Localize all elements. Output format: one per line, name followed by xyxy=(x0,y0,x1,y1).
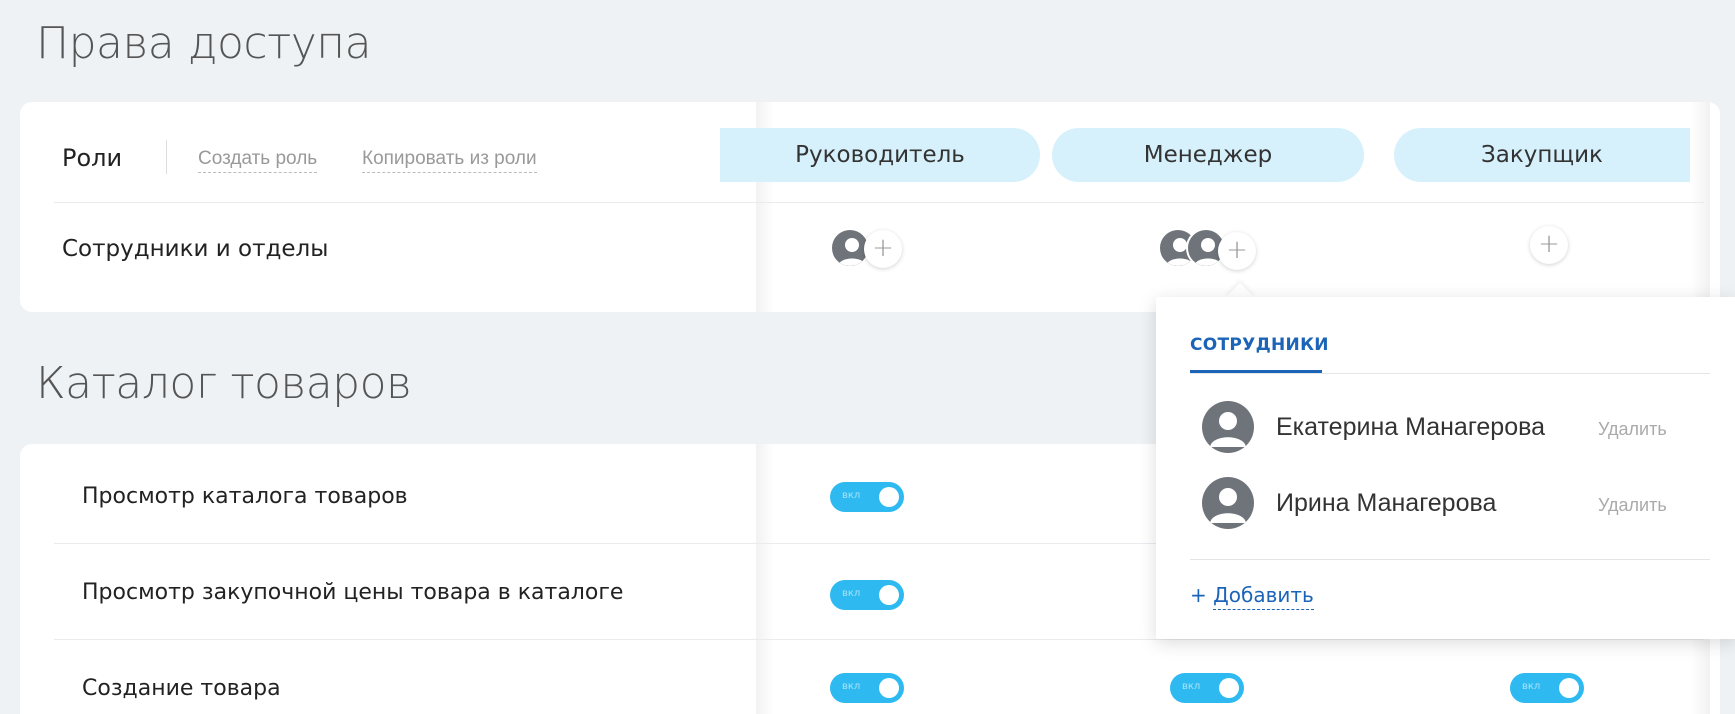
add-employee-button[interactable]: + xyxy=(1530,226,1568,264)
roles-card: Роли Создать роль Копировать из роли Рук… xyxy=(20,102,1720,312)
role-pill-manager[interactable]: Менеджер xyxy=(1052,128,1364,182)
employee-name: Екатерина Манагерова xyxy=(1276,413,1546,441)
employees-popover: СОТРУДНИКИ Екатерина Манагерова Удалить … xyxy=(1156,297,1735,639)
permission-label: Создание товара xyxy=(82,676,281,701)
section-title-access-rights: Права доступа xyxy=(36,18,372,69)
remove-employee-link[interactable]: Удалить xyxy=(1598,419,1667,440)
employees-row-label: Сотрудники и отделы xyxy=(62,236,329,262)
roles-separator xyxy=(166,140,167,174)
role-pill-buyer[interactable]: Закупщик xyxy=(1394,128,1690,182)
user-icon xyxy=(1210,488,1246,523)
create-role-link[interactable]: Создать роль xyxy=(198,148,318,173)
employee-name: Ирина Манагерова xyxy=(1276,489,1497,517)
add-employee-link[interactable]: + Добавить xyxy=(1190,583,1314,610)
roles-label: Роли xyxy=(62,144,123,172)
remove-employee-link[interactable]: Удалить xyxy=(1598,495,1667,516)
permission-toggle[interactable]: вкл xyxy=(1510,673,1584,703)
section-title-catalog: Каталог товаров xyxy=(36,358,412,409)
permission-toggle[interactable]: вкл xyxy=(830,482,904,512)
copy-from-role-link[interactable]: Копировать из роли xyxy=(362,148,537,173)
add-employee-button[interactable]: + xyxy=(864,230,902,268)
permission-label: Просмотр закупочной цены товара в катало… xyxy=(82,580,624,605)
permission-toggle[interactable]: вкл xyxy=(1170,673,1244,703)
add-employee-button[interactable]: + xyxy=(1218,232,1256,270)
user-icon xyxy=(1210,412,1246,447)
row-divider xyxy=(54,639,1704,640)
popover-divider xyxy=(1190,373,1710,374)
role-pill-manager-head[interactable]: Руководитель xyxy=(720,128,1040,182)
popover-divider xyxy=(1190,559,1710,560)
permission-toggle[interactable]: вкл xyxy=(830,580,904,610)
permission-toggle[interactable]: вкл xyxy=(830,673,904,703)
add-employee-label: Добавить xyxy=(1213,583,1314,610)
plus-icon: + xyxy=(1190,583,1207,607)
permission-label: Просмотр каталога товаров xyxy=(82,484,408,509)
roles-divider xyxy=(54,202,1704,203)
tab-employees[interactable]: СОТРУДНИКИ xyxy=(1190,335,1329,355)
employee-avatar xyxy=(1202,477,1254,529)
employee-avatar xyxy=(1202,401,1254,453)
